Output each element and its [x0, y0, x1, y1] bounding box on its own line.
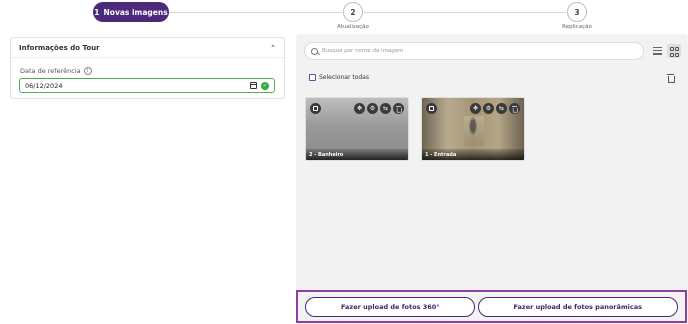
card-caption: 1 - Entrada [422, 149, 524, 160]
chevron-up-icon[interactable]: ⌃ [270, 44, 276, 52]
calendar-icon[interactable] [250, 82, 257, 89]
list-view-icon[interactable] [653, 47, 662, 55]
page: 1 Novas imagens 2 Atualização 3 Replicaç… [0, 0, 688, 324]
upload-panoramic-button[interactable]: Fazer upload de fotos panorâmicas [477, 296, 678, 317]
trash-icon[interactable] [509, 103, 520, 114]
card-caption: 2 - Banheiro [306, 149, 408, 160]
trash-icon[interactable] [393, 103, 404, 114]
images-panel: Selecionar todas ✥ ⚙ ⇆ 2 - Banheiro ✥ ⚙ [296, 34, 688, 324]
grid-view-icon[interactable] [667, 44, 681, 58]
select-all-label: Selecionar todas [319, 74, 369, 81]
upload-360-button[interactable]: Fazer upload de fotos 360° [305, 296, 476, 317]
image-card[interactable]: ✥ ⚙ ⇆ 2 - Banheiro [305, 97, 409, 161]
step-connector [169, 12, 342, 13]
step-1[interactable]: 1 Novas imagens [93, 2, 169, 22]
step-label: Novas imagens [103, 7, 168, 17]
swap-icon[interactable]: ⇆ [380, 103, 391, 114]
step-connector [364, 12, 566, 13]
swap-icon[interactable]: ⇆ [496, 103, 507, 114]
gear-icon[interactable]: ⚙ [483, 103, 494, 114]
stepper: 1 Novas imagens 2 Atualização 3 Replicaç… [0, 0, 688, 34]
step-number: 2 [350, 7, 356, 17]
search-bar[interactable] [304, 42, 644, 60]
image-card[interactable]: ✥ ⚙ ⇆ 1 - Entrada [421, 97, 525, 161]
gear-icon[interactable]: ⚙ [367, 103, 378, 114]
delete-selected-button[interactable] [667, 74, 675, 83]
info-icon[interactable]: i [83, 67, 92, 75]
date-value: 06/12/2024 [25, 81, 63, 90]
date-icons: ✓ [250, 81, 269, 90]
card-select-checkbox[interactable] [310, 103, 321, 114]
trash-icon [667, 74, 675, 83]
panel-title: Informações do Tour [19, 43, 100, 52]
tour-info-panel: Informações do Tour ⌃ Data de referência… [10, 37, 285, 99]
select-all-checkbox[interactable] [309, 74, 316, 81]
search-icon [311, 47, 318, 55]
date-label-text: Data de referência [20, 67, 81, 75]
step-3[interactable]: 3 [567, 2, 587, 22]
step-3-label: Replicação [562, 24, 592, 30]
search-input[interactable] [322, 48, 622, 54]
step-number: 3 [574, 7, 580, 17]
date-field[interactable]: 06/12/2024 ✓ [19, 78, 275, 93]
card-toolbar: ✥ ⚙ ⇆ [470, 103, 520, 114]
select-all[interactable]: Selecionar todas [309, 74, 369, 81]
card-select-checkbox[interactable] [426, 103, 437, 114]
tour-info-header[interactable]: Informações do Tour ⌃ [11, 38, 284, 58]
move-icon[interactable]: ✥ [354, 103, 365, 114]
check-circle-icon: ✓ [261, 81, 269, 90]
step-number: 1 [94, 7, 100, 17]
move-icon[interactable]: ✥ [470, 103, 481, 114]
step-2[interactable]: 2 [343, 2, 363, 22]
upload-area: Fazer upload de fotos 360° Fazer upload … [296, 290, 687, 323]
step-2-label: Atualização [337, 24, 369, 30]
date-field-label: Data de referência i [20, 67, 92, 75]
card-toolbar: ✥ ⚙ ⇆ [354, 103, 404, 114]
